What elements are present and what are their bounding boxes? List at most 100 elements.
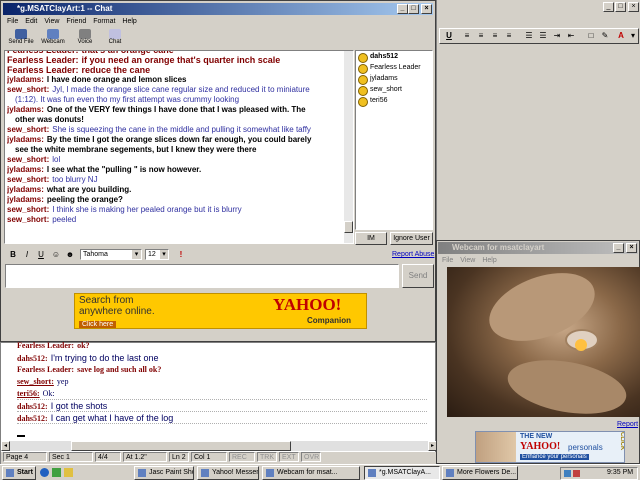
size-select[interactable]: 12 ▾ xyxy=(145,249,169,260)
close-button[interactable]: × xyxy=(421,4,432,14)
im-button[interactable]: IM xyxy=(355,232,387,245)
ignore-user-button[interactable]: Ignore User xyxy=(390,232,433,245)
justify-icon[interactable]: ≡ xyxy=(504,31,514,41)
chat-message: jyladams: One of the VERY few things I ha… xyxy=(7,105,351,115)
emoticon-icon[interactable]: ☻ xyxy=(65,250,75,260)
menu-item[interactable]: View xyxy=(44,18,59,25)
menu-item[interactable]: Edit xyxy=(25,18,37,25)
ad-line1: THE NEW xyxy=(520,433,553,440)
taskbar-item[interactable]: More Flowers De... xyxy=(442,466,518,480)
chat-message: sew_short: too blurry NJ xyxy=(7,175,351,185)
toolbar-button[interactable]: Voice xyxy=(71,28,99,50)
user-list-item[interactable]: teri56 xyxy=(356,95,432,107)
numbering-icon[interactable]: ☰ xyxy=(524,31,534,41)
scroll-thumb[interactable] xyxy=(71,441,291,451)
doc-hscroll[interactable]: ◂ ▸ xyxy=(1,441,437,451)
toolbar-label: Webcam xyxy=(41,39,65,45)
tray-icon[interactable] xyxy=(564,470,571,477)
user-list[interactable]: dahs512 Fearless Leader jyladams sew_short t… xyxy=(355,50,433,230)
message-text: lol xyxy=(52,155,61,164)
report-abuse-link[interactable]: Report Abuse xyxy=(392,251,434,258)
menu-item[interactable]: View xyxy=(460,257,475,264)
align-right-icon[interactable]: ≡ xyxy=(490,31,500,41)
email-icon[interactable] xyxy=(64,468,73,477)
ad-cta: Enhance your personals xyxy=(520,454,589,460)
scroll-thumb[interactable] xyxy=(344,221,353,233)
ad-line2: anywhere online. xyxy=(79,306,155,317)
taskbar-item[interactable]: *g.MSATClayA... xyxy=(364,466,440,480)
yahoo-ad-banner[interactable]: Search from anywhere online. Click here … xyxy=(74,293,367,329)
start-button[interactable]: Start xyxy=(2,466,36,480)
chat-titlebar: *g.MSATClayArt:1 -- Chat _ □ × xyxy=(3,3,433,15)
maximize-button[interactable]: □ xyxy=(615,2,626,12)
close-button[interactable]: × xyxy=(628,2,639,12)
align-center-icon[interactable]: ≡ xyxy=(476,31,486,41)
message-text: (1:12). It was fun even tho my first att… xyxy=(15,95,240,104)
message-list: Fearless Leader: that's an orange cane Fea… xyxy=(7,51,351,225)
text-cursor xyxy=(17,435,25,437)
chevron-down-icon[interactable]: ▾ xyxy=(628,31,638,41)
font-select[interactable]: Tahoma ▾ xyxy=(80,249,142,260)
menu-item[interactable]: Format xyxy=(93,18,115,25)
maximize-button[interactable]: □ xyxy=(408,4,419,14)
underline-button[interactable]: U xyxy=(444,31,454,41)
user-list-item[interactable]: dahs512 xyxy=(356,51,432,63)
user-list-item[interactable]: jyladams xyxy=(356,73,432,85)
status-field: TRK xyxy=(257,452,277,462)
scroll-left-button[interactable]: ◂ xyxy=(1,441,10,451)
ie-icon[interactable] xyxy=(40,468,49,477)
chevron-down-icon[interactable]: ▾ xyxy=(160,250,168,259)
personals-ad[interactable]: THE NEW YAHOO! personals Enhance your pe… xyxy=(475,431,625,463)
bullets-icon[interactable]: ☰ xyxy=(538,31,548,41)
taskbar-item[interactable]: Webcam for msat... xyxy=(262,466,360,480)
underline-button[interactable]: U xyxy=(36,250,46,260)
report-link[interactable]: Report xyxy=(617,421,638,428)
tray-icon[interactable] xyxy=(573,470,580,477)
highlight-icon[interactable]: ✎ xyxy=(600,31,610,41)
align-left-icon[interactable]: ≡ xyxy=(462,31,472,41)
outdent-icon[interactable]: ⇤ xyxy=(566,31,576,41)
menu-item[interactable]: File xyxy=(7,18,18,25)
message-text: save log and such all ok? xyxy=(77,365,162,374)
chevron-down-icon[interactable]: ▾ xyxy=(132,250,141,259)
minimize-button[interactable]: _ xyxy=(397,4,408,14)
webcam-titlebar: Webcam for msatclayart _ × xyxy=(438,242,638,254)
toolbar-button[interactable]: Chat xyxy=(101,28,129,50)
sender-name: dahs512: xyxy=(17,402,48,411)
font-color-icon[interactable]: A xyxy=(616,31,626,41)
doc-statusbar: Page 4 Sec 1 4/4 At 1.2" Ln 2 Col 1 REC TRK EXT O… xyxy=(1,452,437,464)
menu-item[interactable]: Help xyxy=(122,18,136,25)
menu-item[interactable]: Friend xyxy=(66,18,86,25)
minimize-button[interactable]: _ xyxy=(603,2,614,12)
ad-cta[interactable]: Click here xyxy=(79,321,117,328)
menu-item[interactable]: File xyxy=(442,257,453,264)
alert-icon[interactable]: ! xyxy=(176,250,186,260)
smiley-icon[interactable]: ☺ xyxy=(51,250,61,260)
toolbar-button[interactable]: Send File xyxy=(7,28,35,50)
chat-scrollbar[interactable] xyxy=(344,51,353,243)
user-list-item[interactable]: sew_short xyxy=(356,84,432,96)
webcam-image xyxy=(447,267,640,417)
document-body[interactable]: Fearless Leader: ok? dahs512: I'm trying to… xyxy=(17,340,427,424)
minimize-button[interactable]: _ xyxy=(613,243,624,253)
menu-item[interactable]: Help xyxy=(482,257,496,264)
chat-transcript[interactable]: Fearless Leader: that's an orange cane Fea… xyxy=(4,50,354,244)
close-button[interactable]: × xyxy=(626,243,637,253)
border-icon[interactable]: □ xyxy=(586,31,596,41)
taskbar-item[interactable]: Jasc Paint Shop Pro xyxy=(134,466,194,480)
message-text: peeled xyxy=(52,215,77,224)
bold-button[interactable]: B xyxy=(8,250,18,260)
send-button[interactable]: Send xyxy=(402,264,434,288)
message-text: She is squeezing the cane in the middle … xyxy=(52,125,311,134)
taskbar-item[interactable]: Yahoo! Messenger xyxy=(197,466,259,480)
user-list-item[interactable]: Fearless Leader xyxy=(356,62,432,74)
clock[interactable]: 9:35 PM xyxy=(607,469,633,476)
status-field: At 1.2" xyxy=(123,452,167,462)
desktop-icon[interactable] xyxy=(52,468,61,477)
italic-button[interactable]: I xyxy=(22,250,32,260)
indent-icon[interactable]: ⇥ xyxy=(552,31,562,41)
voice-icon xyxy=(79,29,91,39)
toolbar-button[interactable]: Webcam xyxy=(39,28,67,50)
message-input[interactable] xyxy=(5,264,399,288)
toolbar-label: Chat xyxy=(108,39,122,45)
